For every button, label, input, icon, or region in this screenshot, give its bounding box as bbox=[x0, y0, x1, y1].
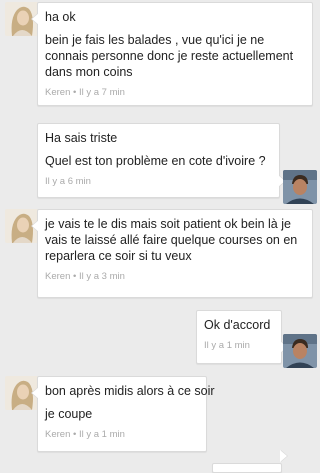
avatar-me-image bbox=[283, 170, 317, 204]
message-meta: Keren • Il y a 1 min bbox=[45, 429, 125, 440]
message-bubble: ha ok bein je fais les balades , vue qu'… bbox=[31, 2, 313, 106]
message-text: je coupe bbox=[45, 407, 93, 421]
message-meta: Il y a 1 min bbox=[204, 340, 250, 351]
avatar-me[interactable] bbox=[283, 170, 317, 204]
message-meta: Keren • Il y a 3 min bbox=[45, 271, 125, 282]
message-bubble-partial bbox=[212, 450, 288, 473]
message-text: ha ok bbox=[45, 10, 76, 24]
message-text: Ha sais triste bbox=[45, 131, 118, 145]
message-text: Ok d'accord bbox=[204, 318, 271, 332]
avatar-me[interactable] bbox=[283, 334, 317, 368]
message-bubble: Ok d'accord Il y a 1 min bbox=[196, 310, 288, 364]
message-text: bon après midis alors à ce soir bbox=[45, 384, 215, 398]
message-text: je vais te le dis mais soit patient ok b… bbox=[45, 217, 298, 263]
message-bubble: je vais te le dis mais soit patient ok b… bbox=[31, 209, 313, 298]
message-text: Quel est ton problème en cote d'ivoire ? bbox=[45, 154, 266, 168]
message-text: bein je fais les balades , vue qu'ici je… bbox=[45, 33, 294, 79]
message-bubble: bon après midis alors à ce soir je coupe… bbox=[31, 376, 215, 452]
message-meta: Il y a 6 min bbox=[45, 176, 91, 187]
avatar-me-image bbox=[283, 334, 317, 368]
message-bubble: Ha sais triste Quel est ton problème en … bbox=[37, 123, 286, 198]
message-meta: Keren • Il y a 7 min bbox=[45, 87, 125, 98]
